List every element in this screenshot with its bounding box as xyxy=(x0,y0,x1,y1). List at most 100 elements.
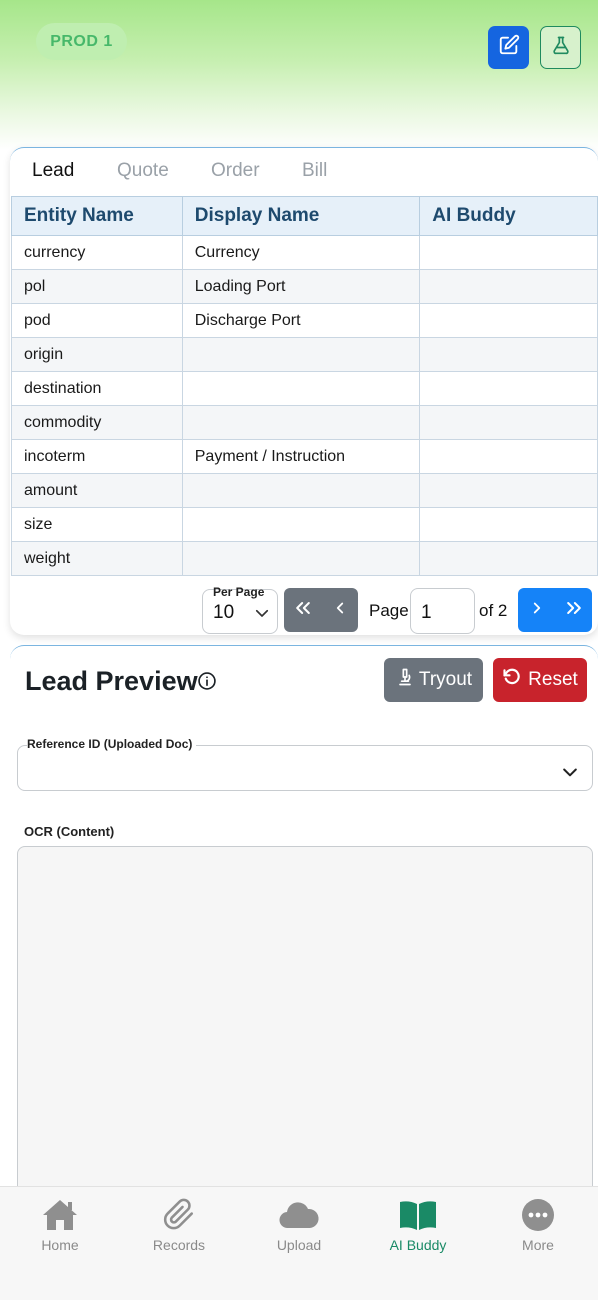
edit-button[interactable] xyxy=(488,26,529,69)
reset-button[interactable]: Reset xyxy=(493,658,587,702)
last-page-button[interactable] xyxy=(555,588,592,632)
chevron-left-icon xyxy=(331,599,349,622)
table-header-row: Entity Name Display Name AI Buddy xyxy=(11,196,598,236)
display-name-cell[interactable] xyxy=(181,473,421,508)
nav-label: AI Buddy xyxy=(389,1237,447,1253)
per-page-label: Per Page xyxy=(213,585,265,599)
table-row[interactable]: commodity xyxy=(11,405,598,440)
nav-item-ai-buddy[interactable]: AI Buddy xyxy=(358,1187,478,1267)
ocr-label: OCR (Content) xyxy=(24,824,115,839)
nav-label: Upload xyxy=(276,1237,322,1253)
tab-bill[interactable]: Bill xyxy=(302,160,327,182)
display-name-cell[interactable]: Loading Port xyxy=(181,269,421,304)
ai-buddy-cell[interactable] xyxy=(419,269,598,304)
table-row[interactable]: incoterm Payment / Instruction xyxy=(11,439,598,474)
nav-label: More xyxy=(522,1237,554,1253)
display-name-cell[interactable] xyxy=(181,507,421,542)
flask-icon xyxy=(551,34,571,61)
entity-name-cell: weight xyxy=(11,541,183,576)
column-header-entity-name[interactable]: Entity Name xyxy=(11,196,183,236)
entity-name-cell: amount xyxy=(11,473,183,508)
chevron-right-icon xyxy=(528,599,546,622)
ai-buddy-cell[interactable] xyxy=(419,371,598,406)
page-label: Page xyxy=(369,601,409,620)
ocr-content-textarea[interactable] xyxy=(17,846,593,1206)
entity-name-cell: size xyxy=(11,507,183,542)
entity-table: Entity Name Display Name AI Buddy curren… xyxy=(11,196,598,576)
ai-buddy-cell[interactable] xyxy=(419,235,598,270)
info-icon[interactable] xyxy=(197,671,217,696)
page-number-value: 1 xyxy=(421,602,432,623)
entity-name-cell: origin xyxy=(11,337,183,372)
column-header-display-name[interactable]: Display Name xyxy=(181,196,421,236)
nav-item-more[interactable]: More xyxy=(478,1187,598,1267)
table-row[interactable]: pod Discharge Port xyxy=(11,303,598,338)
pagination: 10 Per Page Page 1 of 2 xyxy=(10,584,598,634)
ai-buddy-cell[interactable] xyxy=(419,439,598,474)
next-page-button[interactable] xyxy=(518,588,555,632)
reset-label: Reset xyxy=(528,669,578,690)
table-row[interactable]: origin xyxy=(11,337,598,372)
ai-buddy-cell[interactable] xyxy=(419,303,598,338)
entity-name-cell: commodity xyxy=(11,405,183,440)
tab-lead[interactable]: Lead xyxy=(32,160,74,182)
display-name-cell[interactable] xyxy=(181,541,421,576)
paperclip-icon xyxy=(162,1197,196,1233)
display-name-cell[interactable]: Payment / Instruction xyxy=(181,439,421,474)
ai-buddy-cell[interactable] xyxy=(419,473,598,508)
display-name-cell[interactable] xyxy=(181,371,421,406)
double-chevron-right-icon xyxy=(564,598,584,623)
table-row[interactable]: currency Currency xyxy=(11,235,598,270)
tab-bar: Lead Quote Order Bill xyxy=(10,148,598,196)
tab-order[interactable]: Order xyxy=(211,160,260,182)
nav-item-home[interactable]: Home xyxy=(0,1187,120,1267)
entity-name-cell: incoterm xyxy=(11,439,183,474)
per-page-value: 10 xyxy=(213,602,235,623)
ai-buddy-cell[interactable] xyxy=(419,337,598,372)
tryout-button[interactable]: Tryout xyxy=(384,658,483,702)
double-chevron-left-icon xyxy=(293,598,313,623)
ai-buddy-cell[interactable] xyxy=(419,507,598,542)
nav-label: Home xyxy=(41,1237,79,1253)
home-icon xyxy=(41,1197,79,1233)
entity-mapping-card: Lead Quote Order Bill Entity Name Displa… xyxy=(10,147,598,635)
display-name-cell[interactable]: Currency xyxy=(181,235,421,270)
more-icon xyxy=(521,1197,555,1233)
env-badge[interactable]: PROD 1 xyxy=(36,23,127,60)
nav-item-upload[interactable]: Upload xyxy=(239,1187,359,1267)
prev-page-button[interactable] xyxy=(321,588,358,632)
reference-id-select[interactable] xyxy=(17,745,593,791)
display-name-cell[interactable] xyxy=(181,337,421,372)
table-row[interactable]: size xyxy=(11,507,598,542)
entity-name-cell: currency xyxy=(11,235,183,270)
display-name-cell[interactable] xyxy=(181,405,421,440)
table-row[interactable]: destination xyxy=(11,371,598,406)
entity-name-cell: pol xyxy=(11,269,183,304)
page-number-input[interactable]: 1 xyxy=(410,588,475,634)
first-page-button[interactable] xyxy=(284,588,321,632)
table-row[interactable]: amount xyxy=(11,473,598,508)
chevron-down-icon xyxy=(560,762,580,787)
edit-icon xyxy=(498,34,520,61)
display-name-cell[interactable]: Discharge Port xyxy=(181,303,421,338)
undo-icon xyxy=(502,667,522,693)
lead-preview-card: Lead Preview Tryout Reset Reference ID (… xyxy=(10,645,598,1206)
entity-name-cell: pod xyxy=(11,303,183,338)
tryout-label: Tryout xyxy=(418,669,473,690)
tab-quote[interactable]: Quote xyxy=(117,160,169,182)
reference-id-label: Reference ID (Uploaded Doc) xyxy=(27,737,197,751)
lab-button[interactable] xyxy=(540,26,581,69)
ai-buddy-cell[interactable] xyxy=(419,405,598,440)
microscope-icon xyxy=(395,666,415,694)
entity-name-cell: destination xyxy=(11,371,183,406)
preview-title: Lead Preview xyxy=(25,666,198,696)
nav-label: Records xyxy=(152,1237,206,1253)
table-row[interactable]: weight xyxy=(11,541,598,576)
ai-buddy-cell[interactable] xyxy=(419,541,598,576)
column-header-ai-buddy[interactable]: AI Buddy xyxy=(419,196,598,236)
prev-page-group xyxy=(284,588,358,632)
nav-item-records[interactable]: Records xyxy=(119,1187,239,1267)
table-row[interactable]: pol Loading Port xyxy=(11,269,598,304)
cloud-icon xyxy=(278,1197,320,1233)
next-page-group xyxy=(518,588,592,632)
